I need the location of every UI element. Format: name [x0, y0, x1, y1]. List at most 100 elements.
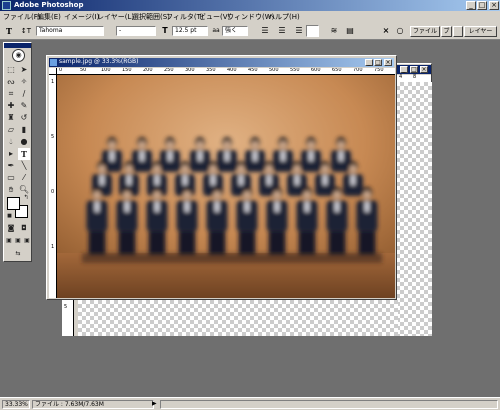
hand-tool-icon[interactable]: ✋︎ — [5, 184, 17, 196]
ruler-label: 50 — [80, 68, 87, 73]
notes-tool-icon[interactable]: ▭ — [5, 172, 17, 184]
magic-wand-tool-icon[interactable]: ✧ — [18, 76, 30, 88]
minimize-button[interactable]: _ — [466, 1, 476, 10]
foreground-color-swatch[interactable] — [7, 197, 20, 210]
palettes-icon[interactable]: ▤ — [343, 26, 357, 36]
ruler-label: 5 — [51, 134, 55, 140]
ruler-label: 350 — [206, 68, 216, 73]
ruler-label: 150 — [122, 68, 132, 73]
font-style-select[interactable]: - — [116, 26, 156, 36]
lasso-tool-icon[interactable]: ᔓ — [5, 76, 17, 88]
ruler-label: 100 — [101, 68, 111, 73]
commit-icon[interactable]: ○ — [395, 26, 405, 36]
antialias-select[interactable]: 強く — [222, 26, 248, 36]
menu-filter[interactable]: フィルタ(T) — [166, 12, 204, 22]
close-button[interactable]: × — [489, 1, 499, 10]
document-icon — [50, 59, 57, 66]
type-tool-icon[interactable]: T — [18, 148, 30, 160]
full-screen-menu-mode-icon[interactable]: ▣ — [14, 237, 22, 245]
antialias-label: aa — [212, 27, 220, 34]
ruler-label: 1 — [51, 244, 55, 250]
doc2-ruler-left: 5 — [62, 300, 74, 336]
menu-help[interactable]: ヘルプ(H) — [268, 12, 300, 22]
ruler-label: 400 — [227, 68, 237, 73]
app-title-bar: Adobe Photoshop _ □ × — [0, 0, 500, 11]
doc2-minimize-button[interactable]: _ — [400, 66, 408, 73]
menu-file[interactable]: ファイル(F) — [3, 12, 41, 22]
healing-brush-tool-icon[interactable]: ✚ — [5, 100, 17, 112]
slice-tool-icon[interactable]: ∕ — [18, 88, 30, 100]
warp-text-icon[interactable]: ≋ — [327, 26, 341, 36]
doc-minimize-button[interactable]: _ — [365, 59, 373, 66]
swap-colors-icon[interactable]: ↰ — [22, 194, 30, 202]
history-brush-tool-icon[interactable]: ↺ — [18, 112, 30, 124]
brush-tool-icon[interactable]: ✎ — [18, 100, 30, 112]
palette-well-layers[interactable]: レイヤー — [464, 26, 497, 37]
ruler-label: 0 — [51, 189, 55, 195]
path-selection-tool-icon[interactable]: ▸ — [5, 148, 17, 160]
pen-tool-icon[interactable]: ✒ — [5, 160, 17, 172]
marquee-tool-icon[interactable]: ⬚ — [5, 64, 17, 76]
menu-edit[interactable]: 編集(E) — [37, 12, 61, 22]
font-size-select[interactable]: 12.5 pt — [172, 26, 208, 36]
ruler-label: 1 — [51, 79, 55, 85]
menu-view[interactable]: ビュー(V) — [199, 12, 230, 22]
adobe-online-icon[interactable]: ◉ — [12, 49, 25, 62]
shape-tool-icon[interactable]: ╲ — [18, 160, 30, 172]
align-right-icon[interactable]: ☰ — [292, 26, 306, 36]
document-title-bar[interactable]: sample.jpg @ 33.3%(RGB) _ □ × — [49, 58, 394, 67]
doc2-close-button[interactable]: × — [420, 66, 428, 73]
doc2-ruler-divider — [74, 300, 78, 336]
text-orientation-icon[interactable]: ↕T — [20, 26, 32, 36]
ruler-label: 0 — [59, 68, 63, 73]
clone-stamp-tool-icon[interactable]: ♜ — [5, 112, 17, 124]
doc-close-button[interactable]: × — [384, 59, 392, 66]
ruler-label: 550 — [290, 68, 300, 73]
document-image[interactable] — [57, 75, 395, 298]
toolbox-title-bar[interactable] — [4, 43, 31, 48]
ruler-label: 650 — [332, 68, 342, 73]
document-title: sample.jpg @ 33.3%(RGB) — [59, 58, 139, 65]
move-tool-icon[interactable]: ➤ — [18, 64, 30, 76]
zoom-level-field[interactable]: 33.33% — [2, 400, 30, 409]
align-center-icon[interactable]: ☰ — [275, 26, 289, 36]
doc-maximize-button[interactable]: □ — [374, 59, 382, 66]
ruler-label: 300 — [185, 68, 195, 73]
palette-well-brush[interactable]: ブ — [441, 26, 452, 37]
palette-well-blank[interactable] — [453, 26, 463, 37]
type-tool-preset-icon[interactable]: T — [3, 26, 15, 36]
maximize-button[interactable]: □ — [477, 1, 487, 10]
full-screen-mode-icon[interactable]: ▣ — [23, 237, 31, 245]
standard-screen-mode-icon[interactable]: ▣ — [5, 237, 13, 245]
menu-select[interactable]: 選択範囲(S) — [132, 12, 170, 22]
eraser-tool-icon[interactable]: ▱ — [5, 124, 17, 136]
doc2-ruler-label: 8 — [413, 74, 417, 80]
status-menu-arrow-icon[interactable]: ▶ — [150, 400, 160, 409]
doc2-ruler-label: 5 — [64, 304, 68, 310]
menu-layer[interactable]: レイヤー(L) — [97, 12, 134, 22]
font-family-select[interactable]: Tahoma — [36, 26, 104, 36]
cancel-icon[interactable]: × — [381, 26, 391, 36]
align-left-icon[interactable]: ☰ — [258, 26, 272, 36]
menu-image[interactable]: イメージ(I) — [64, 12, 99, 22]
file-size-info: ファイル : 7.63M/7.63M — [32, 400, 154, 409]
gradient-tool-icon[interactable]: ▮ — [18, 124, 30, 136]
ruler-label: 700 — [353, 68, 363, 73]
options-bar: T ↕T Tahoma - T 12.5 pt aa 強く ☰ ☰ ☰ ≋ ▤ … — [0, 22, 500, 40]
blur-tool-icon[interactable]: 💧︎ — [5, 136, 17, 148]
eyedropper-tool-icon[interactable]: ⁄ — [18, 172, 30, 184]
text-color-swatch[interactable] — [306, 25, 319, 37]
transparent-canvas-bottom — [78, 300, 398, 336]
quick-mask-mode-icon[interactable]: ◘ — [19, 224, 29, 233]
ruler-corner[interactable] — [49, 68, 57, 75]
doc2-maximize-button[interactable]: □ — [410, 66, 418, 73]
crop-tool-icon[interactable]: ⌗ — [5, 88, 17, 100]
jump-to-imageready-icon[interactable]: ⇆ — [6, 249, 30, 258]
default-colors-icon[interactable]: ■ — [6, 213, 13, 220]
standard-mode-icon[interactable]: ◙ — [6, 224, 16, 233]
palette-well-file[interactable]: ファイル — [410, 26, 440, 37]
doc2-ruler-label: 4 — [399, 74, 403, 80]
menu-bar: ファイル(F) 編集(E) イメージ(I) レイヤー(L) 選択範囲(S) フィ… — [0, 11, 500, 22]
ruler-label: 200 — [143, 68, 153, 73]
dodge-tool-icon[interactable]: ● — [18, 136, 30, 148]
